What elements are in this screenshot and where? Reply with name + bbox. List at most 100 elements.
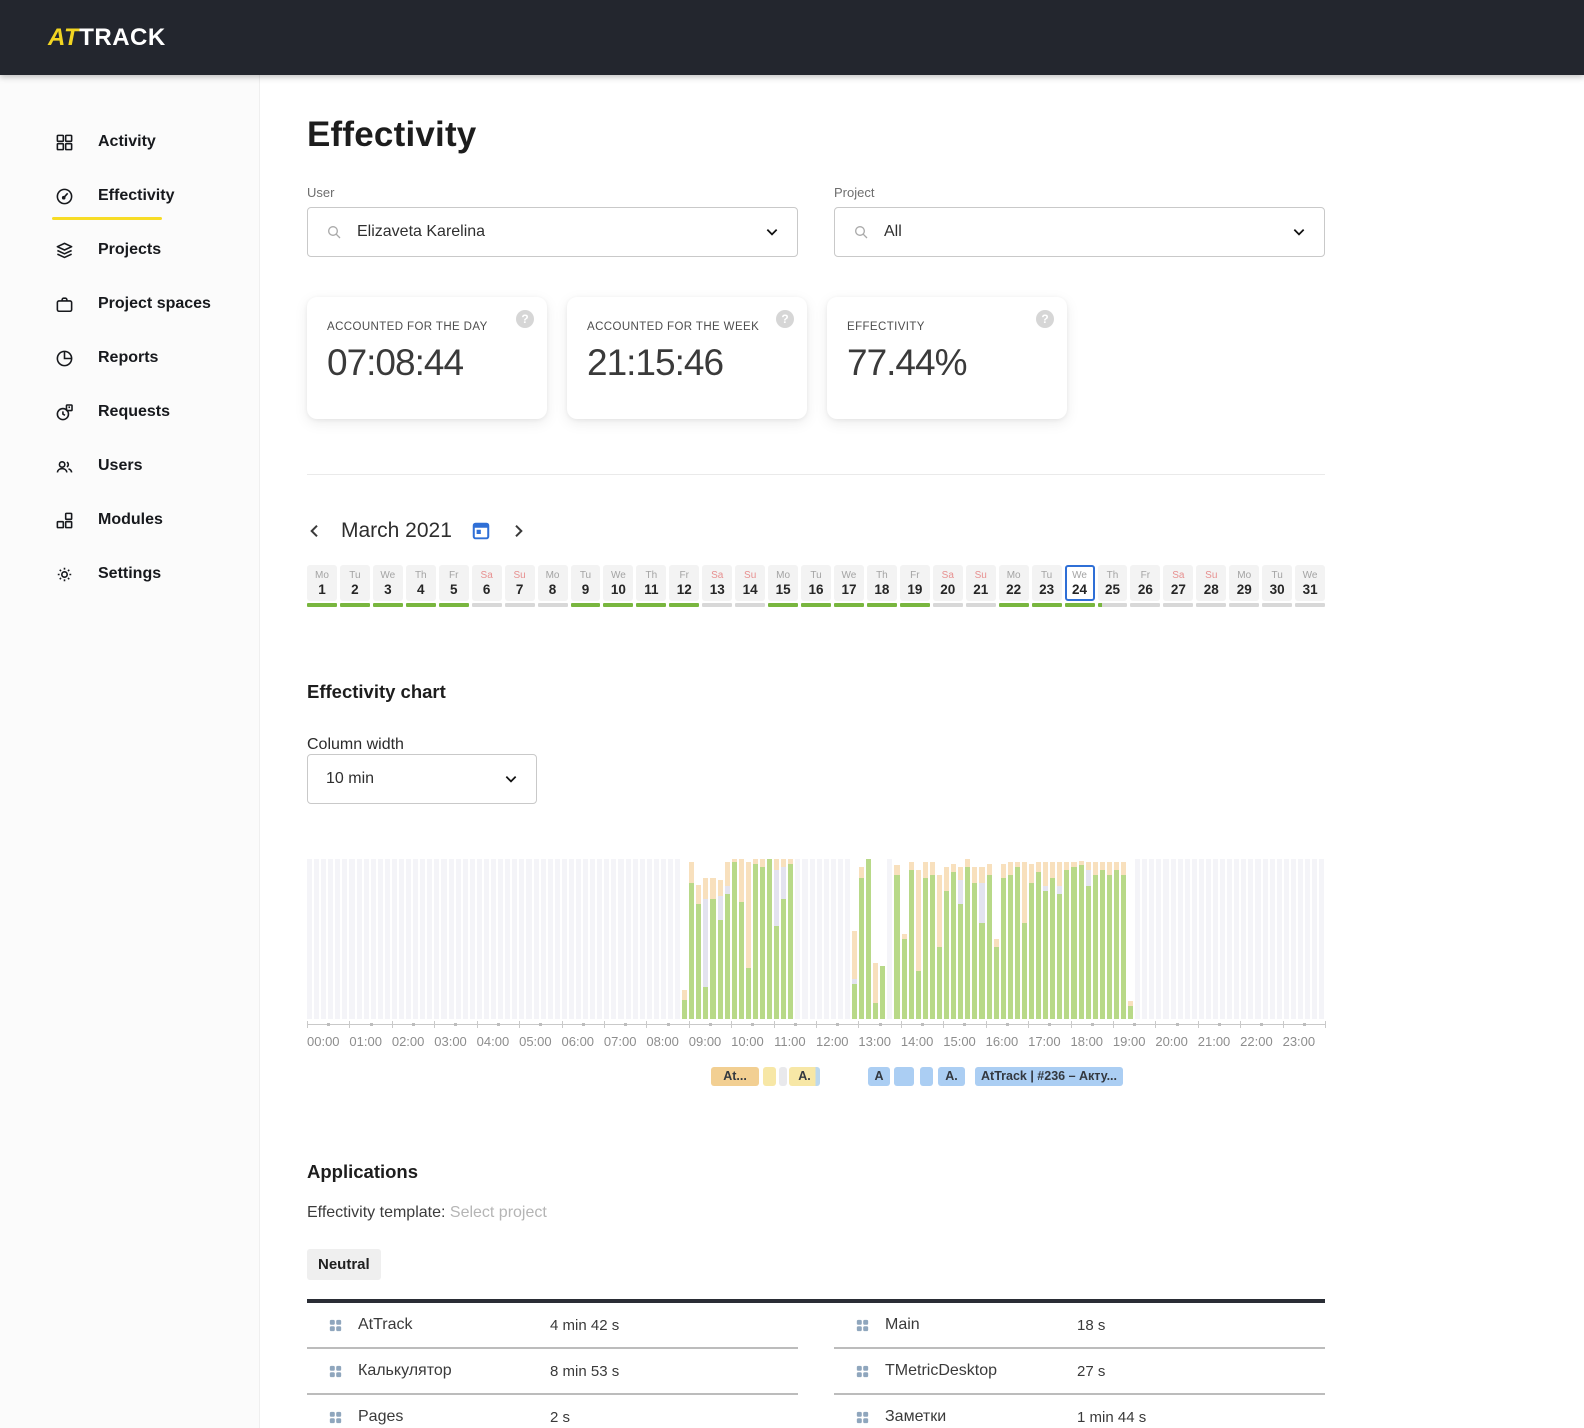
calendar-day-8[interactable]: Mo 8 — [537, 565, 568, 607]
chart-column-7[interactable] — [356, 859, 362, 1019]
chart-column-41[interactable] — [597, 859, 603, 1019]
calendar-day-25[interactable]: Th 25 — [1097, 565, 1128, 607]
sidebar-item-projects[interactable]: Projects — [0, 223, 259, 277]
calendar-day-20[interactable]: Sa 20 — [932, 565, 963, 607]
task-chip-4[interactable]: A — [868, 1067, 890, 1086]
chart-column-19[interactable] — [441, 859, 447, 1019]
calendar-day-22[interactable]: Mo 22 — [998, 565, 1029, 607]
chart-column-46[interactable] — [632, 859, 638, 1019]
user-select[interactable]: Elizaveta Karelina — [307, 207, 798, 257]
chart-column-74[interactable] — [830, 859, 836, 1019]
chart-column-136[interactable] — [1269, 859, 1275, 1019]
chart-column-91[interactable] — [951, 859, 957, 1019]
chart-column-16[interactable] — [420, 859, 426, 1019]
chart-column-86[interactable] — [915, 859, 921, 1019]
chart-column-22[interactable] — [462, 859, 468, 1019]
chart-column-138[interactable] — [1283, 859, 1289, 1019]
chart-column-39[interactable] — [583, 859, 589, 1019]
chart-column-99[interactable] — [1007, 859, 1013, 1019]
chart-column-34[interactable] — [547, 859, 553, 1019]
chart-column-135[interactable] — [1262, 859, 1268, 1019]
task-chip-8[interactable]: AtTrack | #236 – Акту... — [975, 1067, 1123, 1086]
chart-column-29[interactable] — [512, 859, 518, 1019]
chart-column-110[interactable] — [1085, 859, 1091, 1019]
chart-column-111[interactable] — [1092, 859, 1098, 1019]
calendar-day-2[interactable]: Tu 2 — [339, 565, 370, 607]
chart-column-11[interactable] — [384, 859, 390, 1019]
chart-column-133[interactable] — [1248, 859, 1254, 1019]
task-chip-0[interactable]: At... — [711, 1067, 759, 1086]
chart-column-107[interactable] — [1064, 859, 1070, 1019]
chart-column-68[interactable] — [788, 859, 794, 1019]
chart-column-139[interactable] — [1290, 859, 1296, 1019]
chart-column-97[interactable] — [993, 859, 999, 1019]
chart-column-79[interactable] — [866, 859, 872, 1019]
calendar-day-21[interactable]: Su 21 — [965, 565, 996, 607]
chart-column-64[interactable] — [760, 859, 766, 1019]
chart-column-94[interactable] — [972, 859, 978, 1019]
calendar-icon[interactable] — [470, 520, 492, 542]
chart-column-114[interactable] — [1113, 859, 1119, 1019]
next-month-button[interactable] — [510, 523, 526, 539]
chart-column-130[interactable] — [1227, 859, 1233, 1019]
chart-column-13[interactable] — [399, 859, 405, 1019]
chart-column-28[interactable] — [505, 859, 511, 1019]
chart-column-93[interactable] — [965, 859, 971, 1019]
chart-column-1[interactable] — [314, 859, 320, 1019]
chart-column-27[interactable] — [498, 859, 504, 1019]
help-icon[interactable]: ? — [516, 310, 534, 328]
calendar-day-23[interactable]: Tu 23 — [1031, 565, 1062, 607]
chart-column-125[interactable] — [1191, 859, 1197, 1019]
chart-column-3[interactable] — [328, 859, 334, 1019]
chart-column-98[interactable] — [1000, 859, 1006, 1019]
chart-column-71[interactable] — [809, 859, 815, 1019]
chart-column-66[interactable] — [774, 859, 780, 1019]
chart-column-143[interactable] — [1319, 859, 1325, 1019]
chart-column-142[interactable] — [1312, 859, 1318, 1019]
chart-column-88[interactable] — [929, 859, 935, 1019]
sidebar-item-settings[interactable]: Settings — [0, 547, 259, 601]
chart-column-56[interactable] — [703, 859, 709, 1019]
chart-column-43[interactable] — [611, 859, 617, 1019]
chart-column-140[interactable] — [1297, 859, 1304, 1019]
task-chip-3[interactable]: A. — [789, 1067, 820, 1086]
calendar-day-10[interactable]: We 10 — [603, 565, 634, 607]
chart-column-37[interactable] — [568, 859, 574, 1019]
chart-column-65[interactable] — [767, 859, 773, 1019]
chart-column-55[interactable] — [696, 859, 702, 1019]
chart-column-123[interactable] — [1177, 859, 1183, 1019]
calendar-day-16[interactable]: Tu 16 — [801, 565, 831, 607]
calendar-day-5[interactable]: Fr 5 — [438, 565, 469, 607]
chart-column-9[interactable] — [370, 859, 376, 1019]
column-width-select[interactable]: 10 min — [307, 754, 537, 804]
chart-column-82[interactable] — [887, 859, 893, 1019]
task-chip-7[interactable]: A. — [938, 1067, 965, 1086]
calendar-day-31[interactable]: We 31 — [1295, 565, 1326, 607]
chart-column-121[interactable] — [1163, 859, 1169, 1019]
chart-column-120[interactable] — [1156, 859, 1162, 1019]
chart-column-53[interactable] — [682, 859, 688, 1019]
chart-column-128[interactable] — [1213, 859, 1219, 1019]
chart-column-96[interactable] — [986, 859, 992, 1019]
calendar-day-3[interactable]: We 3 — [372, 565, 403, 607]
chart-column-77[interactable] — [852, 859, 858, 1019]
chart-column-81[interactable] — [880, 859, 886, 1019]
help-icon[interactable]: ? — [776, 310, 794, 328]
calendar-day-1[interactable]: Mo 1 — [307, 565, 337, 607]
chart-column-26[interactable] — [491, 859, 497, 1019]
chart-column-122[interactable] — [1170, 859, 1176, 1019]
task-chip-6[interactable] — [920, 1067, 933, 1086]
chart-column-78[interactable] — [859, 859, 865, 1019]
calendar-day-14[interactable]: Su 14 — [735, 565, 766, 607]
task-chip-1[interactable] — [763, 1067, 776, 1086]
chart-column-141[interactable] — [1305, 859, 1311, 1019]
chart-column-127[interactable] — [1205, 859, 1211, 1019]
chart-column-10[interactable] — [377, 859, 383, 1019]
effectivity-bar-chart[interactable] — [307, 859, 1325, 1019]
chart-column-116[interactable] — [1128, 859, 1134, 1019]
chart-column-15[interactable] — [413, 859, 419, 1019]
chart-column-83[interactable] — [894, 859, 900, 1019]
chart-column-2[interactable] — [321, 859, 327, 1019]
chart-column-89[interactable] — [936, 859, 943, 1019]
chart-column-117[interactable] — [1135, 859, 1141, 1019]
